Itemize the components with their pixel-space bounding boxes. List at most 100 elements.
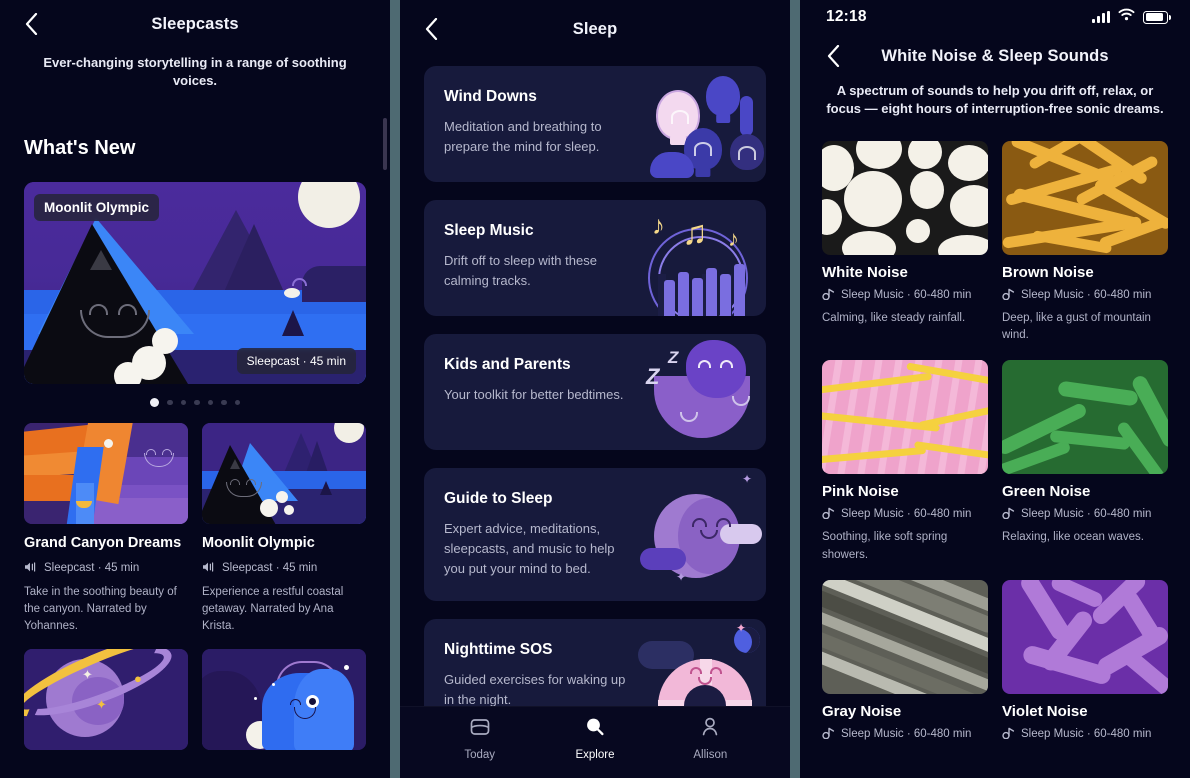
noise-card-gray[interactable]: Gray Noise Sleep Music · 60-480 min: [822, 579, 988, 742]
tile-thumbnail: [202, 423, 366, 525]
status-time: 12:18: [826, 8, 867, 25]
carousel-dot-1[interactable]: [150, 398, 159, 408]
noise-nav-bar: White Noise & Sleep Sounds: [800, 34, 1190, 78]
noise-title: Gray Noise: [822, 702, 902, 720]
tile-title: Grand Canyon Dreams: [24, 535, 182, 552]
panel-divider: [390, 0, 400, 778]
noise-description: Relaxing, like ocean waves.: [1002, 531, 1144, 544]
tab-allison[interactable]: Allison: [670, 715, 750, 761]
bottom-tab-bar: Today Explore Allison: [400, 706, 790, 778]
sleepcasts-subtitle: Ever-changing storytelling in a range of…: [43, 55, 347, 89]
noise-title: Brown Noise: [1002, 263, 1094, 281]
noise-meta-text: Sleep Music · 60-480 min: [1021, 508, 1152, 521]
carousel-dot-6[interactable]: [221, 399, 227, 406]
hero-boat-icon: [282, 309, 304, 336]
search-icon: [583, 715, 607, 744]
hero-right-ridge: [302, 265, 366, 302]
category-card-guide-to-sleep[interactable]: Guide to Sleep Expert advice, meditation…: [424, 468, 766, 602]
tile-description: Take in the soothing beauty of the canyo…: [24, 585, 177, 633]
noise-thumbnail: [822, 579, 988, 694]
featured-title-badge: Moonlit Olympic: [34, 193, 160, 221]
noise-title: White Noise: [822, 263, 908, 281]
section-title-whats-new: What's New: [24, 136, 136, 159]
noise-thumbnail: [1002, 360, 1168, 475]
noise-thumbnail: [1002, 140, 1168, 255]
noise-meta-text: Sleep Music · 60-480 min: [1021, 288, 1152, 301]
sleepcast-tile-partial[interactable]: [202, 649, 366, 751]
tab-today[interactable]: Today: [440, 715, 520, 761]
lightbulbs-icon: [636, 66, 766, 182]
carousel-dot-2[interactable]: [167, 399, 173, 406]
noise-thumbnail: [822, 140, 988, 255]
sleepcast-tile[interactable]: Grand Canyon Dreams Sleepcast · 45 min T…: [24, 423, 188, 635]
tile-title: Moonlit Olympic: [202, 535, 315, 552]
noise-card-brown[interactable]: Brown Noise Sleep Music · 60-480 min Dee…: [1002, 140, 1168, 345]
noise-meta: Sleep Music · 60-480 min: [1002, 506, 1168, 522]
category-card-sleep-music[interactable]: Sleep Music Drift off to sleep with thes…: [424, 200, 766, 316]
sleepcast-tile-partial[interactable]: ✦ ✦ ●: [24, 649, 188, 751]
music-note-icon: [822, 726, 835, 742]
sleepcast-tile-grid: Grand Canyon Dreams Sleepcast · 45 min T…: [0, 407, 390, 751]
category-description: Your toolkit for better bedtimes.: [444, 387, 624, 402]
back-button[interactable]: [418, 16, 444, 42]
back-button[interactable]: [820, 43, 846, 69]
featured-meta-badge: Sleepcast · 45 min: [236, 347, 356, 374]
featured-carousel: Moonlit Olympic Sleepcast · 45 min: [0, 160, 390, 408]
carousel-dots[interactable]: [24, 398, 366, 408]
page-title: Sleep: [572, 19, 618, 38]
sleeping-moon-icon: ZZ: [636, 334, 766, 450]
noise-meta-text: Sleep Music · 60-480 min: [1021, 727, 1152, 740]
noise-title: Violet Noise: [1002, 702, 1088, 720]
noise-meta: Sleep Music · 60-480 min: [822, 287, 988, 303]
noise-description: Calming, like steady rainfall.: [822, 311, 966, 324]
noise-subtitle: A spectrum of sounds to help you drift o…: [826, 83, 1164, 117]
sleepcast-tile[interactable]: Moonlit Olympic Sleepcast · 45 min Exper…: [202, 423, 366, 635]
noise-description: Soothing, like soft spring showers.: [822, 531, 948, 561]
hero-cloud-3: [114, 361, 142, 384]
hero-mountain-cap: [90, 249, 112, 270]
category-card-kids-and-parents[interactable]: Kids and Parents Your toolkit for better…: [424, 334, 766, 450]
music-note-icon: [822, 506, 835, 522]
tab-allison-label: Allison: [693, 748, 728, 761]
noise-card-pink[interactable]: Pink Noise Sleep Music · 60-480 min Soot…: [822, 360, 988, 564]
white-bubbles-art: [822, 140, 988, 255]
noise-title: Green Noise: [1002, 483, 1091, 501]
tile-meta-text: Sleepcast · 45 min: [222, 562, 318, 575]
category-description: Expert advice, meditations, sleepcasts, …: [444, 521, 615, 577]
category-description: Guided exercises for waking up in the ni…: [444, 672, 626, 708]
carousel-dot-5[interactable]: [207, 399, 213, 406]
noise-thumbnail: [822, 360, 988, 475]
featured-card[interactable]: Moonlit Olympic Sleepcast · 45 min: [24, 181, 366, 384]
music-note-icon: [1002, 287, 1015, 303]
moon-clouds-icon: ✦ ✦: [636, 468, 766, 601]
category-description: Drift off to sleep with these calming tr…: [444, 253, 597, 289]
battery-icon: [1143, 10, 1171, 24]
tab-explore[interactable]: Explore: [555, 715, 635, 761]
hero-far-peak-2: [224, 223, 284, 292]
status-bar: 12:18: [800, 0, 1190, 34]
carousel-dot-7[interactable]: [234, 399, 240, 406]
noise-card-white[interactable]: White Noise Sleep Music · 60-480 min Cal…: [822, 140, 988, 345]
hero-sleepy-face-icon: [80, 303, 150, 338]
tile-meta-text: Sleepcast · 45 min: [44, 562, 140, 575]
scrollbar-thumb[interactable]: [383, 118, 387, 170]
tab-today-label: Today: [464, 748, 495, 761]
music-note-icon: [822, 287, 835, 303]
noise-thumbnail: [1002, 579, 1168, 694]
hero-spray: [284, 287, 300, 298]
noise-card-violet[interactable]: Violet Noise Sleep Music · 60-480 min: [1002, 579, 1168, 742]
noise-card-green[interactable]: Green Noise Sleep Music · 60-480 min Rel…: [1002, 360, 1168, 564]
music-note-icon: [1002, 506, 1015, 522]
speaker-icon: [202, 561, 216, 576]
back-button[interactable]: [18, 11, 44, 37]
category-card-wind-downs[interactable]: Wind Downs Meditation and breathing to p…: [424, 66, 766, 182]
violet-brush-art: [1002, 579, 1168, 694]
page-title: White Noise & Sleep Sounds: [881, 46, 1109, 65]
tile-meta: Sleepcast · 45 min: [24, 561, 188, 576]
carousel-dot-3[interactable]: [180, 399, 186, 406]
tile-thumbnail: [202, 649, 366, 751]
status-icon-group: [1092, 8, 1171, 26]
carousel-dot-4[interactable]: [194, 399, 200, 406]
green-brush-art: [1002, 360, 1168, 475]
panel-sleepcasts: Sleepcasts Ever-changing storytelling in…: [0, 0, 390, 778]
